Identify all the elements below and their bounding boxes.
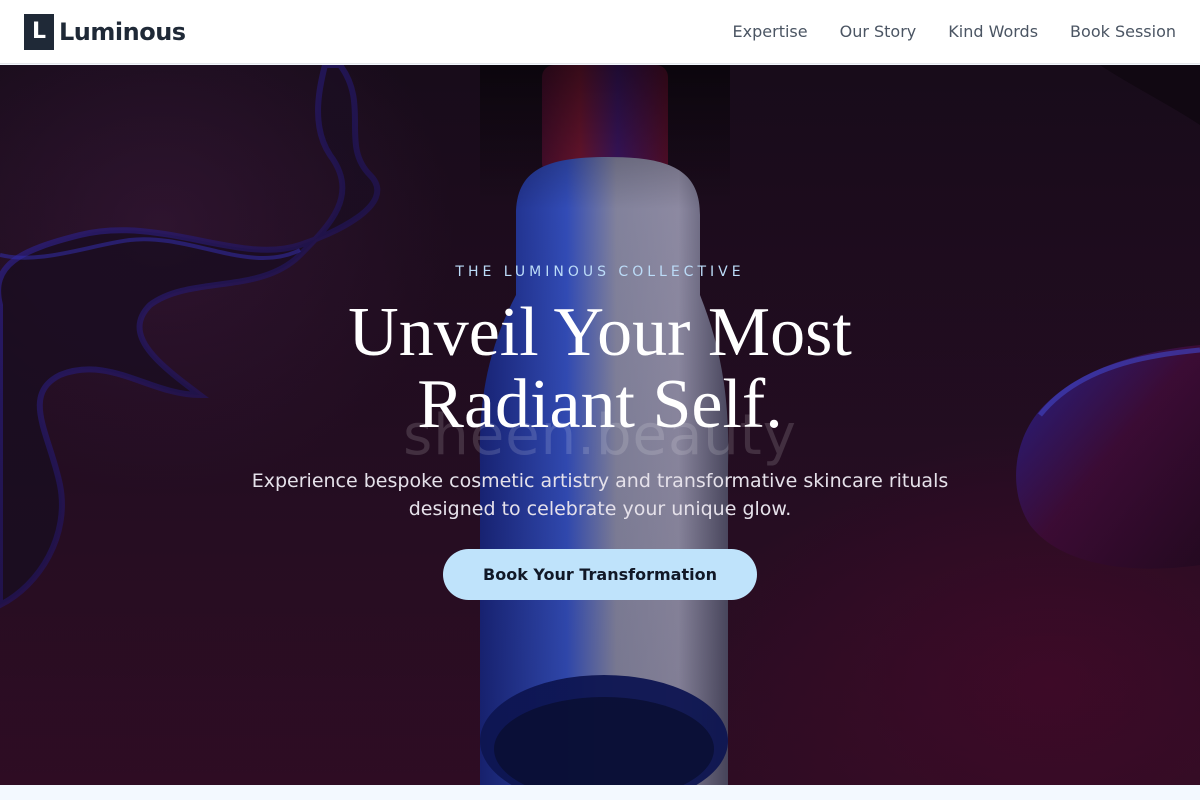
nav-link-book-session[interactable]: Book Session <box>1070 22 1176 41</box>
nav-link-expertise[interactable]: Expertise <box>733 22 808 41</box>
hero-section: sheen.beauty THE LUMINOUS COLLECTIVE Unv… <box>0 65 1200 785</box>
brand-logo[interactable]: L Luminous <box>24 13 186 50</box>
book-transformation-button[interactable]: Book Your Transformation <box>443 549 757 600</box>
nav-link-our-story[interactable]: Our Story <box>840 22 917 41</box>
hero-headline: Unveil Your Most Radiant Self. <box>0 297 1200 441</box>
top-navbar: L Luminous Expertise Our Story Kind Word… <box>0 0 1200 64</box>
hero-eyebrow: THE LUMINOUS COLLECTIVE <box>455 264 745 280</box>
brand-name: Luminous <box>59 17 186 46</box>
nav-link-kind-words[interactable]: Kind Words <box>948 22 1038 41</box>
hero-subtitle: Experience bespoke cosmetic artistry and… <box>251 470 949 520</box>
hero-headline-line-1: Unveil Your Most <box>348 294 852 371</box>
logo-mark: L <box>24 13 54 50</box>
hero-headline-line-2: Radiant Self. <box>417 366 783 443</box>
next-section-edge <box>0 785 1200 800</box>
main-nav: Expertise Our Story Kind Words Book Sess… <box>701 22 1176 41</box>
